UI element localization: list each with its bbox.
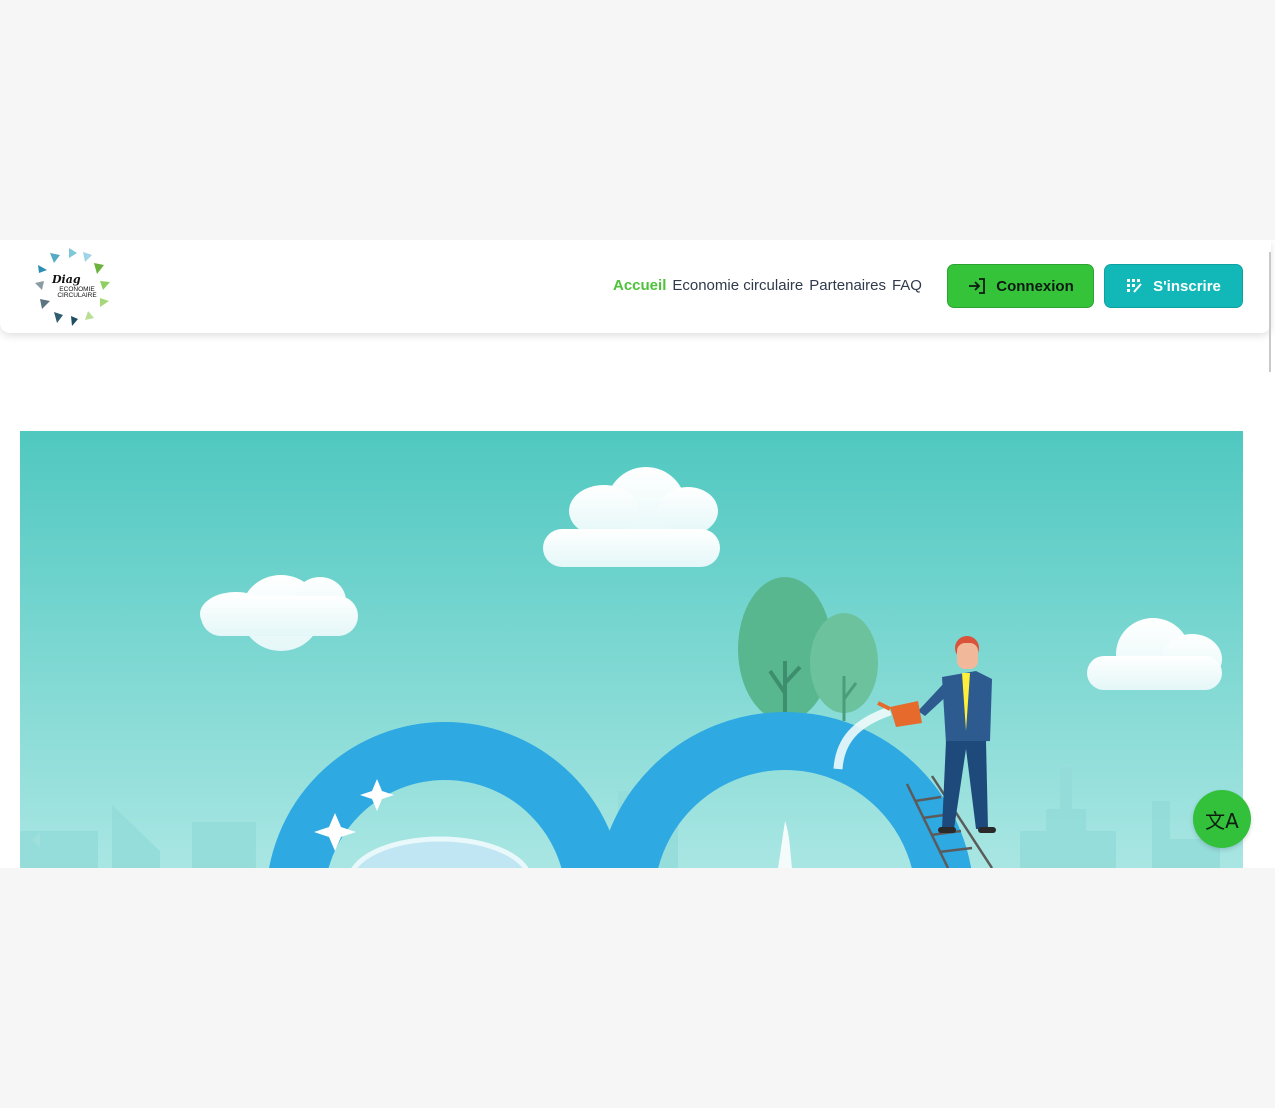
nav-item-partenaires[interactable]: Partenaires: [809, 277, 886, 294]
signup-button[interactable]: S'inscrire: [1104, 264, 1243, 308]
site-header: Diag ECONOMIE CIRCULAIRE Accueil Economi…: [0, 240, 1271, 372]
login-arrow-icon: [967, 277, 987, 295]
login-label: Connexion: [996, 277, 1074, 295]
translate-icon: 文A: [1205, 808, 1239, 833]
page-surface: Diag ECONOMIE CIRCULAIRE Accueil Economi…: [0, 240, 1275, 868]
main-nav: Accueil Economie circulaire Partenaires …: [613, 277, 922, 294]
dot-grid-edit-icon: [1126, 278, 1144, 294]
hero-banner: [20, 431, 1243, 868]
nav-item-economie-circulaire[interactable]: Economie circulaire: [672, 277, 803, 294]
site-logo[interactable]: Diag ECONOMIE CIRCULAIRE: [30, 243, 116, 329]
logo-subtitle-line2: CIRCULAIRE: [57, 292, 97, 299]
translate-button[interactable]: 文A: [1193, 790, 1251, 848]
login-button[interactable]: Connexion: [947, 264, 1094, 308]
chevron-left-icon[interactable]: [30, 831, 42, 849]
circular-economy-illustration: [20, 431, 1243, 868]
signup-label: S'inscrire: [1153, 277, 1221, 295]
nav-item-accueil[interactable]: Accueil: [613, 277, 666, 294]
scrollbar[interactable]: [1269, 252, 1271, 372]
nav-item-faq[interactable]: FAQ: [892, 277, 922, 294]
logo-title: Diag: [52, 273, 81, 286]
logo-subtitle: ECONOMIE CIRCULAIRE: [57, 286, 97, 299]
